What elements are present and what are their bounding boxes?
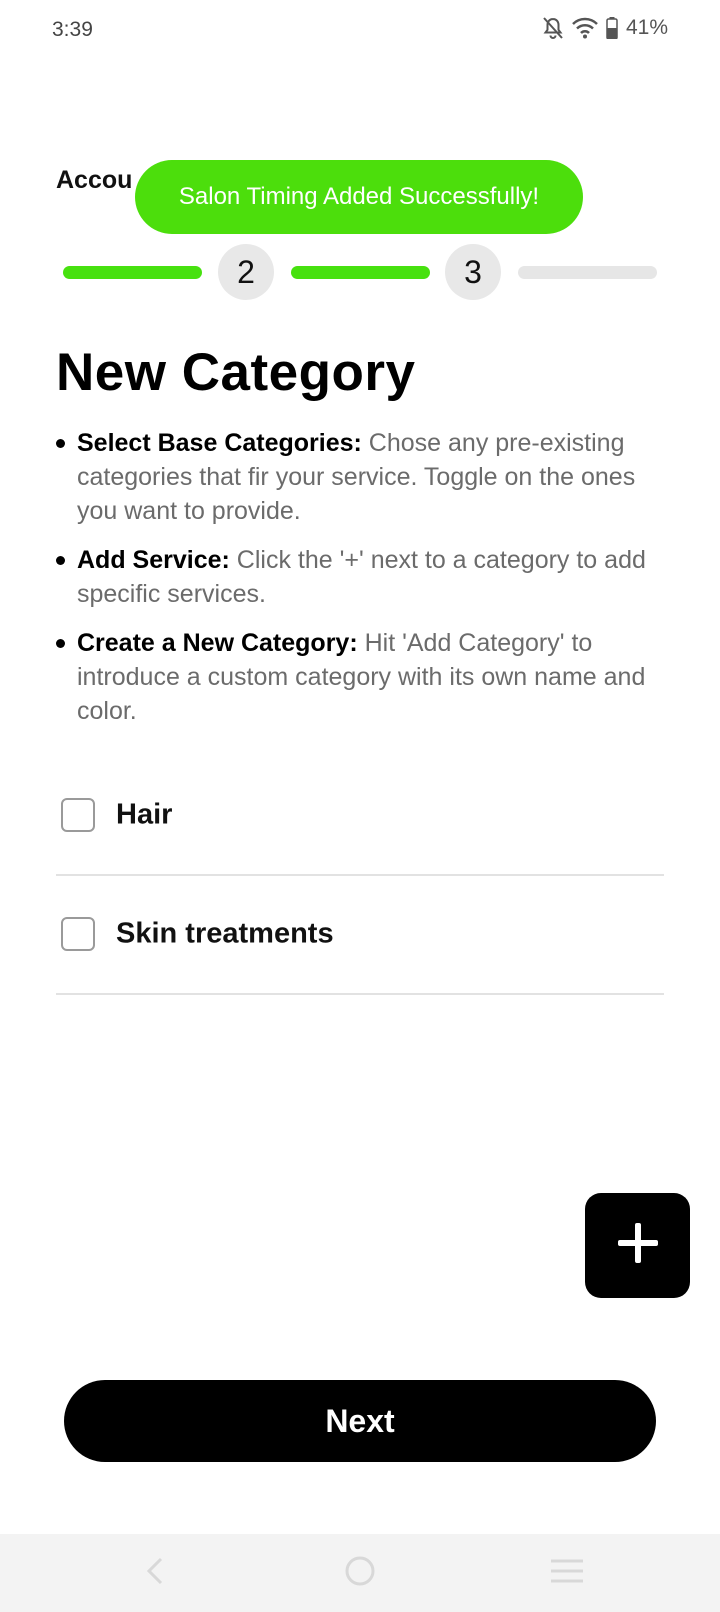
recents-icon bbox=[550, 1558, 584, 1589]
skin-treatments-checkbox[interactable] bbox=[61, 917, 95, 951]
plus-icon bbox=[616, 1221, 660, 1270]
back-icon bbox=[145, 1556, 165, 1591]
add-category-button[interactable] bbox=[585, 1193, 690, 1298]
step-1-progress bbox=[63, 266, 202, 279]
nav-home-button[interactable] bbox=[300, 1534, 420, 1612]
wifi-icon bbox=[572, 17, 598, 39]
battery-percent: 41% bbox=[625, 16, 668, 39]
instruction-heading: Select Base Categories: bbox=[77, 429, 362, 457]
instruction-heading: Create a New Category: bbox=[77, 629, 358, 657]
instruction-item: Create a New Category: Hit 'Add Category… bbox=[56, 626, 666, 728]
home-icon bbox=[344, 1555, 376, 1592]
instruction-item: Add Service: Click the '+' next to a cat… bbox=[56, 543, 666, 611]
step-3-progress bbox=[518, 266, 657, 279]
category-row-skin-treatments[interactable]: Skin treatments bbox=[56, 875, 664, 995]
step-3-label: 3 bbox=[464, 253, 482, 290]
battery-icon bbox=[606, 17, 618, 39]
instructions-list: Select Base Categories: Chose any pre-ex… bbox=[56, 426, 666, 743]
instruction-item: Select Base Categories: Chose any pre-ex… bbox=[56, 426, 666, 528]
step-2-label: 2 bbox=[237, 253, 255, 290]
status-time: 3:39 bbox=[52, 18, 93, 41]
bell-off-icon bbox=[542, 16, 564, 40]
status-icons: 41% bbox=[542, 16, 668, 40]
instruction-heading: Add Service: bbox=[77, 546, 230, 574]
toast-message: Salon Timing Added Successfully! bbox=[178, 183, 540, 210]
step-2-progress bbox=[291, 266, 430, 279]
category-label: Skin treatments bbox=[116, 917, 334, 950]
status-bar: 3:39 41% bbox=[0, 0, 720, 62]
category-label: Hair bbox=[116, 798, 173, 831]
header-title: Accou bbox=[56, 166, 133, 194]
category-row-hair[interactable]: Hair bbox=[56, 756, 664, 876]
nav-recents-button[interactable] bbox=[507, 1534, 627, 1612]
step-3-indicator: 3 bbox=[445, 244, 501, 300]
next-button[interactable]: Next bbox=[64, 1380, 656, 1462]
nav-back-button[interactable] bbox=[95, 1534, 215, 1612]
page-title: New Category bbox=[56, 343, 416, 402]
system-nav-bar bbox=[0, 1534, 720, 1612]
step-2-indicator: 2 bbox=[218, 244, 274, 300]
success-toast: Salon Timing Added Successfully! bbox=[135, 160, 583, 234]
hair-checkbox[interactable] bbox=[61, 798, 95, 832]
